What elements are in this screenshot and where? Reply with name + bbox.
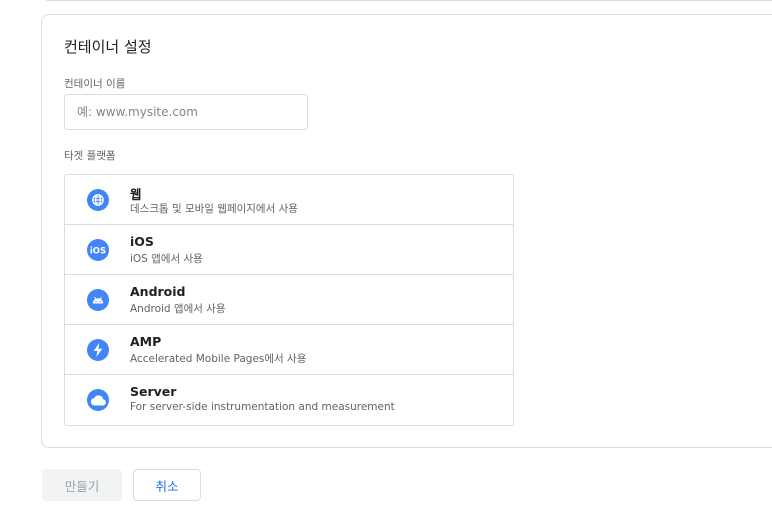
platform-option-amp[interactable]: AMP Accelerated Mobile Pages에서 사용 <box>65 325 513 375</box>
svg-text:iOS: iOS <box>90 247 106 257</box>
platform-name: AMP <box>130 334 162 349</box>
card-title: 컨테이너 설정 <box>64 38 152 56</box>
platform-description: Android 앱에서 사용 <box>130 303 226 315</box>
platform-option-web[interactable]: 웹 데스크톱 및 모바일 웹페이지에서 사용 <box>65 175 513 225</box>
platform-option-android[interactable]: Android Android 앱에서 사용 <box>65 275 513 325</box>
platform-option-server[interactable]: Server For server-side instrumentation a… <box>65 375 513 425</box>
amp-bolt-icon <box>87 339 109 361</box>
ios-icon: iOS <box>87 239 109 261</box>
target-platform-label: 타겟 플랫폼 <box>64 150 116 162</box>
globe-icon <box>87 189 109 211</box>
platform-name: Server <box>130 384 177 399</box>
container-settings-card: 컨테이너 설정 컨테이너 이름 타겟 플랫폼 웹 데스크톱 및 모바일 웹페이지… <box>41 14 772 448</box>
platform-list: 웹 데스크톱 및 모바일 웹페이지에서 사용 iOS iOS iOS 앱에서 사… <box>64 174 514 426</box>
cloud-icon <box>87 389 109 411</box>
platform-name: iOS <box>130 234 154 249</box>
cancel-button[interactable]: 취소 <box>133 469 201 501</box>
container-name-input[interactable] <box>64 94 308 130</box>
platform-description: iOS 앱에서 사용 <box>130 253 203 265</box>
previous-panel-edge <box>41 0 772 1</box>
platform-description: 데스크톱 및 모바일 웹페이지에서 사용 <box>130 203 298 215</box>
container-name-label: 컨테이너 이름 <box>64 78 126 90</box>
platform-option-ios[interactable]: iOS iOS iOS 앱에서 사용 <box>65 225 513 275</box>
platform-description: Accelerated Mobile Pages에서 사용 <box>130 353 307 365</box>
create-button[interactable]: 만들기 <box>42 469 122 501</box>
platform-description: For server-side instrumentation and meas… <box>130 401 395 413</box>
android-icon <box>87 289 109 311</box>
platform-name: Android <box>130 284 186 299</box>
